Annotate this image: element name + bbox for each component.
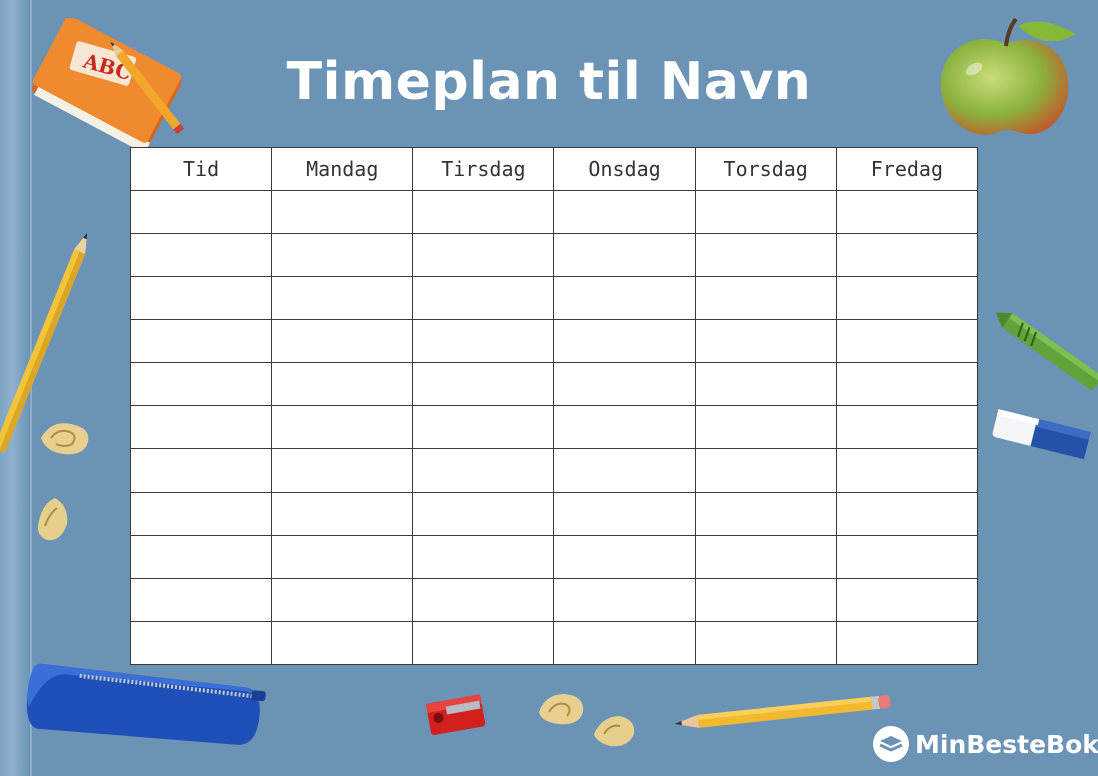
table-cell[interactable]	[835, 276, 979, 321]
table-cell[interactable]	[553, 448, 696, 493]
table-row	[129, 189, 979, 235]
table-cell[interactable]	[412, 233, 555, 278]
table-cell[interactable]	[271, 448, 414, 493]
table-cell[interactable]	[694, 491, 837, 536]
table-row	[129, 534, 979, 579]
table-cell[interactable]	[553, 319, 696, 364]
table-cell[interactable]	[129, 405, 273, 450]
table-cell[interactable]	[694, 319, 837, 364]
table-cell[interactable]	[271, 405, 414, 450]
table-cell[interactable]	[129, 319, 273, 364]
table-cell[interactable]	[694, 448, 837, 493]
table-cell[interactable]	[129, 534, 273, 579]
table-cell[interactable]	[271, 233, 414, 278]
table-cell[interactable]	[129, 448, 273, 493]
table-cell[interactable]	[412, 362, 555, 407]
table-cell[interactable]	[694, 534, 837, 579]
table-cell[interactable]	[412, 534, 555, 579]
table-cell[interactable]	[694, 362, 837, 407]
table-cell[interactable]	[412, 405, 555, 450]
table-row	[129, 405, 979, 450]
pencil-icon	[674, 695, 891, 728]
table-cell[interactable]	[835, 448, 979, 493]
table-cell[interactable]	[129, 233, 273, 278]
table-cell[interactable]	[694, 577, 837, 622]
table-cell[interactable]	[129, 577, 273, 622]
table-cell[interactable]	[553, 491, 696, 536]
table-row	[129, 491, 979, 536]
table-cell[interactable]	[835, 319, 979, 364]
table-cell[interactable]	[129, 276, 273, 321]
brand-name: MinBesteBok	[915, 729, 1098, 759]
table-cell[interactable]	[271, 362, 414, 407]
pencil-case-icon	[26, 663, 266, 745]
table-row	[129, 319, 979, 364]
table-cell[interactable]	[835, 189, 979, 235]
pencil-shaving-icon	[539, 694, 584, 725]
table-header-row: Tid Mandag Tirsdag Onsdag Torsdag Fredag	[129, 147, 979, 191]
column-header-tirsdag: Tirsdag	[412, 147, 555, 191]
column-header-mandag: Mandag	[271, 147, 414, 191]
table-row	[129, 577, 979, 622]
table-cell[interactable]	[271, 534, 414, 579]
table-cell[interactable]	[835, 405, 979, 450]
sharpener-icon	[425, 694, 486, 735]
table-cell[interactable]	[129, 189, 273, 235]
table-cell[interactable]	[694, 189, 837, 235]
eraser-icon	[992, 409, 1091, 460]
table-cell[interactable]	[412, 491, 555, 536]
table-cell[interactable]	[694, 233, 837, 278]
table-cell[interactable]	[553, 620, 696, 666]
table-cell[interactable]	[694, 405, 837, 450]
table-cell[interactable]	[835, 362, 979, 407]
table-cell[interactable]	[412, 319, 555, 364]
pencil-shaving-icon	[41, 423, 89, 455]
table-cell[interactable]	[553, 362, 696, 407]
table-cell[interactable]	[129, 491, 273, 536]
column-header-torsdag: Torsdag	[694, 147, 837, 191]
table-cell[interactable]	[412, 620, 555, 666]
page-title: Timeplan til Navn	[286, 52, 812, 112]
table-cell[interactable]	[271, 189, 414, 235]
table-cell[interactable]	[271, 491, 414, 536]
table-cell[interactable]	[553, 534, 696, 579]
table-cell[interactable]	[694, 276, 837, 321]
table-row	[129, 233, 979, 278]
column-header-onsdag: Onsdag	[553, 147, 696, 191]
table-cell[interactable]	[835, 233, 979, 278]
pencil-shaving-icon	[594, 716, 635, 747]
table-row	[129, 362, 979, 407]
table-cell[interactable]	[553, 189, 696, 235]
table-cell[interactable]	[271, 276, 414, 321]
table-cell[interactable]	[835, 534, 979, 579]
schedule-table: Tid Mandag Tirsdag Onsdag Torsdag Fredag	[129, 147, 979, 666]
table-cell[interactable]	[835, 491, 979, 536]
column-header-fredag: Fredag	[835, 147, 979, 191]
table-cell[interactable]	[129, 362, 273, 407]
table-cell[interactable]	[271, 577, 414, 622]
brand-logo[interactable]: MinBesteBok	[873, 726, 1098, 762]
table-cell[interactable]	[271, 319, 414, 364]
table-cell[interactable]	[412, 577, 555, 622]
column-header-tid: Tid	[129, 147, 273, 191]
apple-icon	[940, 17, 1076, 135]
table-row	[129, 276, 979, 321]
table-cell[interactable]	[412, 189, 555, 235]
table-cell[interactable]	[412, 448, 555, 493]
table-cell[interactable]	[412, 276, 555, 321]
table-cell[interactable]	[553, 233, 696, 278]
table-cell[interactable]	[553, 577, 696, 622]
table-cell[interactable]	[271, 620, 414, 666]
table-cell[interactable]	[553, 276, 696, 321]
table-row	[129, 448, 979, 493]
crayon-icon	[995, 312, 1098, 390]
table-cell[interactable]	[835, 577, 979, 622]
book-logo-icon	[873, 726, 909, 762]
table-cell[interactable]	[553, 405, 696, 450]
table-cell[interactable]	[694, 620, 837, 666]
pencil-shaving-icon	[37, 498, 68, 541]
table-cell[interactable]	[835, 620, 979, 666]
